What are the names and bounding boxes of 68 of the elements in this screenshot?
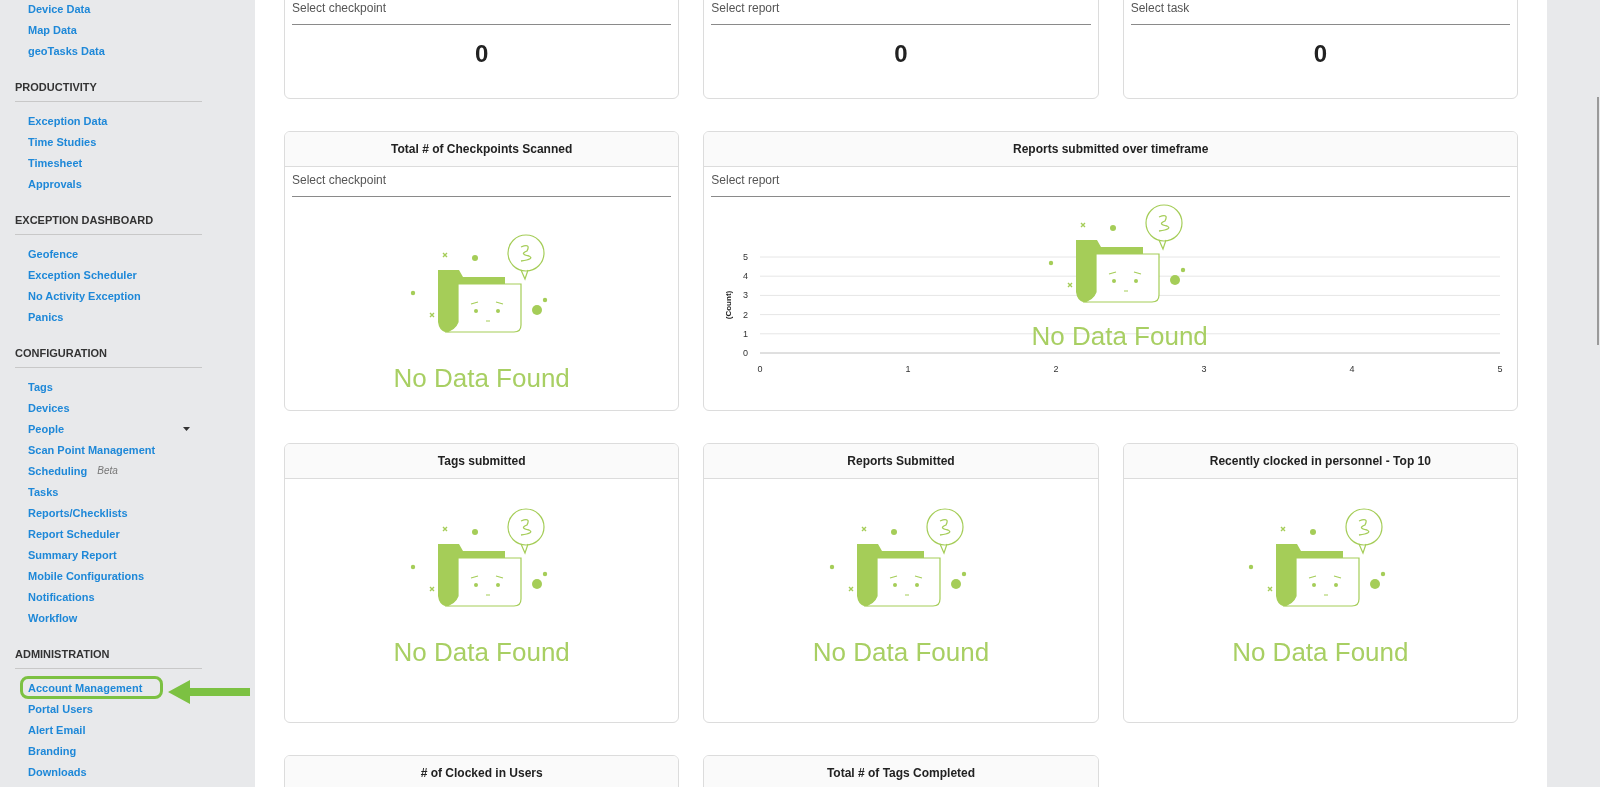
sidebar-link[interactable]: Device Data [28,0,91,17]
empty-state-message: No Data Found [812,637,990,667]
sidebar-link[interactable]: People [28,420,65,437]
select-field[interactable]: Select task [1130,0,1510,25]
sidebar-link[interactable]: Exception Data [28,112,108,129]
section-heading: ADMINISTRATION [15,646,202,669]
sidebar-link[interactable]: Tasks [28,483,59,500]
empty-state-message: No Data Found [393,637,570,667]
card-title: Reports submitted over timeframe [704,132,1517,167]
x-tick-label: 4 [1349,364,1355,374]
section-heading: CONFIGURATION [15,345,202,368]
sidebar-link[interactable]: No Activity Exception [28,287,141,304]
card-title: Tags submitted [285,444,679,479]
select-field[interactable]: Select report [711,167,1510,197]
x-tick-label: 1 [905,364,911,374]
empty-state-message: No Data Found [1031,321,1208,351]
x-tick-label: 3 [1201,364,1207,374]
sidebar-link[interactable]: Approvals [28,175,82,192]
sidebar-link[interactable]: Panics [28,308,64,325]
empty-state-message: No Data Found [393,363,570,393]
sidebar-link[interactable]: Exception Scheduler [28,266,137,283]
y-tick-label: 0 [743,348,749,358]
select-field[interactable]: Select checkpoint [292,167,672,197]
caret-icon[interactable] [183,427,190,431]
sidebar-link[interactable]: Downloads [28,763,87,780]
sidebar-link[interactable]: Report Scheduler [28,525,120,542]
beta-label: Beta [97,464,118,478]
card-title: # of Clocked in Users [285,756,679,787]
sidebar-link[interactable]: Summary Report [28,546,117,563]
sidebar-link[interactable]: Map Data [28,21,77,38]
sidebar-link[interactable]: Tags [28,378,53,395]
sidebar-link[interactable]: Time Studies [28,133,97,150]
card-title: Reports Submitted [704,444,1098,479]
select-field[interactable]: Select checkpoint [292,0,672,25]
y-tick-label: 2 [743,309,749,320]
card-title: Recently clocked in personnel - Top 10 [1123,444,1517,479]
empty-state-message: No Data Found [1232,637,1409,667]
sidebar-link[interactable]: Scan Point Management [28,441,156,458]
sidebar-link[interactable]: Account Management [28,679,143,696]
y-axis-title: (Count) [724,290,734,320]
sidebar-link[interactable]: Devices [28,399,70,416]
sidebar-link[interactable]: Alert Email [28,721,86,738]
select-field[interactable]: Select report [711,0,1091,25]
counter-value: 0 [893,39,909,69]
sidebar-link[interactable]: Notifications [28,588,95,605]
card-title: Total # of Checkpoints Scanned [285,132,679,167]
x-tick-label: 0 [757,364,763,374]
sidebar-link[interactable]: geoTasks Data [28,42,105,59]
x-tick-label: 5 [1497,364,1503,374]
sidebar-link[interactable]: Reports/Checklists [28,504,128,521]
counter-value: 0 [474,39,490,69]
sidebar-link[interactable]: Workflow [28,609,78,626]
sidebar-link[interactable]: Scheduling [28,462,88,479]
sidebar-link[interactable]: Geofence [28,245,79,262]
y-tick-label: 3 [743,290,749,301]
y-tick-label: 1 [743,328,749,339]
y-tick-label: 4 [743,271,749,282]
sidebar-link[interactable]: Timesheet [28,154,83,171]
x-tick-label: 2 [1053,364,1059,374]
counter-value: 0 [1312,39,1328,69]
scrollbar-thumb[interactable] [1597,97,1599,345]
card-title: Total # of Tags Completed [704,756,1098,787]
sidebar-link[interactable]: Branding [28,742,77,759]
sidebar-link[interactable]: Mobile Configurations [28,567,145,584]
y-tick-label: 5 [743,252,749,262]
section-heading: PRODUCTIVITY [15,79,202,102]
section-heading: EXCEPTION DASHBOARD [15,212,202,235]
sidebar-link[interactable]: Portal Users [28,700,93,717]
